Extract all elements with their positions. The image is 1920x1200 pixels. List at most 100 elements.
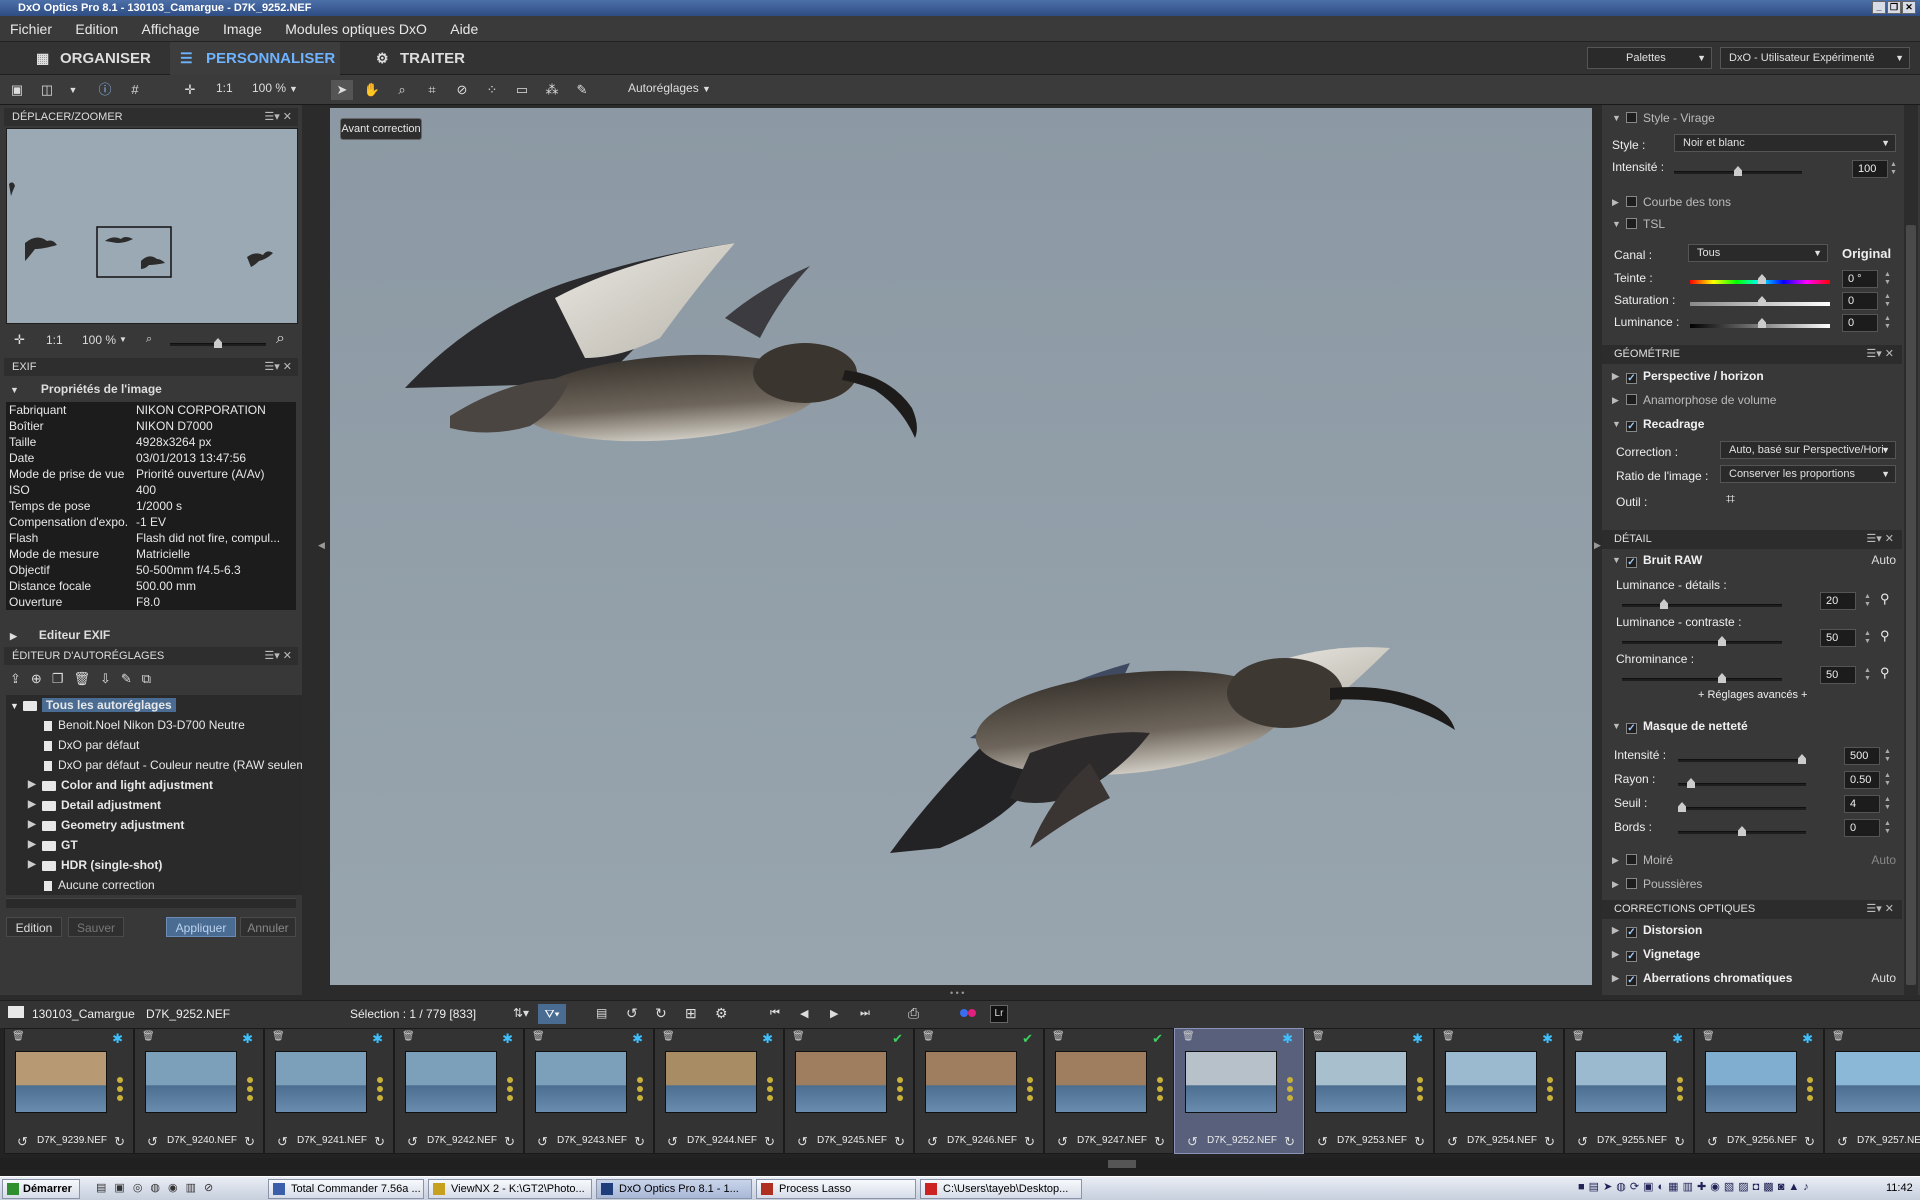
- trash-icon[interactable]: 🗑: [792, 1031, 805, 1042]
- zoom-chevron-icon[interactable]: ▼: [289, 84, 298, 94]
- start-button[interactable]: Démarrer: [2, 1179, 80, 1199]
- rename-preset-icon[interactable]: ✎: [121, 671, 142, 686]
- filmstrip-thumbnail[interactable]: 🗑 ✱ ↺ D7K_9243.NEF ↻: [524, 1028, 654, 1154]
- preset-edit-button[interactable]: Edition: [6, 917, 62, 937]
- preset-save-button[interactable]: Sauver: [68, 917, 124, 937]
- trash-icon[interactable]: 🗑: [1312, 1031, 1325, 1042]
- left-collapse-icon[interactable]: ◀: [318, 540, 325, 551]
- folder-icon[interactable]: ▤: [96, 1182, 114, 1194]
- minimize-button[interactable]: _: [1872, 1, 1886, 14]
- trash-icon[interactable]: 🗑: [142, 1031, 155, 1042]
- checkbox-checked[interactable]: ✓: [1626, 421, 1637, 432]
- close-button[interactable]: ✕: [1902, 1, 1916, 14]
- view-menu-chevron-icon[interactable]: ▼: [62, 80, 84, 100]
- spinner-icon[interactable]: ▲ ▼: [1884, 748, 1891, 764]
- luminance-value[interactable]: 0: [1842, 314, 1878, 332]
- checkbox-checked[interactable]: ✓: [1626, 723, 1637, 734]
- rotate-right-icon[interactable]: ↻: [894, 1134, 905, 1150]
- filmstrip-thumbnail[interactable]: 🗑 ✱ ↺ D7K_9242.NEF ↻: [394, 1028, 524, 1154]
- filmstrip-thumbnail[interactable]: 🗑 ✱ ↺ D7K_9241.NEF ↻: [264, 1028, 394, 1154]
- spinner-icon[interactable]: ▲ ▼: [1884, 293, 1891, 309]
- original-button[interactable]: Original: [1842, 246, 1891, 261]
- tree-root-folder[interactable]: ▼ Tous les autoréglages: [6, 695, 302, 715]
- rotate-right-icon[interactable]: ↻: [764, 1134, 775, 1150]
- export-preset-icon[interactable]: ⇩: [100, 671, 121, 686]
- rotate-right-icon[interactable]: ↻: [1024, 1134, 1035, 1150]
- spinner-icon[interactable]: ▲ ▼: [1884, 315, 1891, 331]
- trash-icon[interactable]: 🗑: [532, 1031, 545, 1042]
- reset-wand-icon[interactable]: ⚲: [1880, 665, 1890, 681]
- trash-icon[interactable]: 🗑: [1572, 1031, 1585, 1042]
- settings-icon[interactable]: ⚙: [715, 1005, 728, 1022]
- print-icon[interactable]: ⎙: [908, 1005, 919, 1022]
- expand-triangle-icon[interactable]: ▶: [28, 795, 36, 815]
- checkbox-checked[interactable]: ✓: [1626, 373, 1637, 384]
- sort-icon[interactable]: ⇅▾: [513, 1006, 529, 1020]
- checkbox[interactable]: [1626, 112, 1637, 123]
- expand-triangle-icon[interactable]: ▶: [28, 815, 36, 835]
- tray-icon[interactable]: ▲: [1788, 1181, 1803, 1193]
- tree-folder[interactable]: ▶ Detail adjustment: [6, 795, 302, 815]
- tray-icon[interactable]: ▨: [1738, 1181, 1752, 1193]
- spinner-icon[interactable]: ▲ ▼: [1884, 820, 1891, 836]
- red-eye-tool-icon[interactable]: ▭: [511, 80, 533, 100]
- lum-detail-value[interactable]: 20: [1820, 592, 1856, 610]
- rotate-right-icon[interactable]: ↻: [504, 1134, 515, 1150]
- image-viewer[interactable]: Avant correction: [330, 108, 1592, 985]
- volume-icon[interactable]: ♪: [1803, 1181, 1813, 1193]
- info-icon[interactable]: ▤: [596, 1006, 607, 1020]
- nav-zoom-chevron-icon[interactable]: ▼: [119, 335, 127, 344]
- task-process-lasso[interactable]: Process Lasso: [756, 1179, 916, 1199]
- tab-process[interactable]: ⚙ TRAITER: [364, 42, 494, 75]
- perspective-tool-icon[interactable]: ⁘: [481, 80, 503, 100]
- task-explorer[interactable]: C:\Users\tayeb\Desktop...: [920, 1179, 1082, 1199]
- reset-wand-icon[interactable]: ⚲: [1880, 628, 1890, 644]
- trash-icon[interactable]: 🗑: [1702, 1031, 1715, 1042]
- lum-contrast-value[interactable]: 50: [1820, 629, 1856, 647]
- last-icon[interactable]: ⏭: [860, 1007, 870, 1020]
- checkbox[interactable]: [1626, 394, 1637, 405]
- single-view-icon[interactable]: ▣: [6, 80, 28, 100]
- task-viewnx[interactable]: ViewNX 2 - K:\GT2\Photo...: [428, 1179, 592, 1199]
- right-panel-scrollbar[interactable]: [1904, 105, 1918, 995]
- horizon-tool-icon[interactable]: ⊘: [451, 80, 473, 100]
- tray-icon[interactable]: ▣: [1643, 1181, 1657, 1193]
- hue-slider[interactable]: [1690, 274, 1830, 284]
- checkbox-checked[interactable]: ✓: [1626, 927, 1637, 938]
- restore-button[interactable]: ❐: [1887, 1, 1901, 14]
- intensity-slider[interactable]: [1674, 166, 1802, 176]
- ratio-dropdown[interactable]: Conserver les proportions ▼: [1720, 465, 1896, 483]
- zoom-level[interactable]: 100 %: [252, 81, 286, 95]
- preset-apply-button[interactable]: Appliquer: [166, 917, 236, 937]
- browser-icon[interactable]: ◉: [168, 1182, 186, 1194]
- dust-section[interactable]: ▶ Poussières: [1612, 873, 1904, 895]
- current-folder[interactable]: 130103_Camargue: [32, 1007, 135, 1021]
- tree-preset[interactable]: DxO par défaut: [6, 735, 302, 755]
- checkbox[interactable]: [1626, 878, 1637, 889]
- filter-icon[interactable]: ⛛▾: [538, 1004, 566, 1024]
- filmstrip-thumbnail[interactable]: 🗑↺D7K_9257.NEF↻: [1824, 1028, 1920, 1154]
- nav-zoom-level[interactable]: 100 %: [82, 333, 116, 347]
- style-dropdown[interactable]: Noir et blanc ▼: [1674, 134, 1896, 152]
- save-icon[interactable]: ▣: [114, 1182, 132, 1194]
- right-collapse-icon[interactable]: ▶: [1594, 540, 1601, 551]
- preset-cancel-button[interactable]: Annuler: [240, 917, 296, 937]
- rotate-right-icon[interactable]: ↻: [1544, 1134, 1555, 1150]
- lum-detail-slider[interactable]: [1622, 599, 1782, 609]
- advanced-settings-link[interactable]: + Réglages avancés +: [1698, 689, 1807, 701]
- tray-icon[interactable]: ◐: [1658, 1181, 1669, 1193]
- filmstrip-scrollbar[interactable]: [0, 1158, 1920, 1170]
- threshold-slider[interactable]: [1678, 802, 1806, 812]
- trash-icon[interactable]: 🗑: [1832, 1031, 1845, 1042]
- tray-icon[interactable]: ⟳: [1630, 1181, 1643, 1193]
- next-icon[interactable]: ▶: [830, 1007, 838, 1020]
- chromatic-aberration-section[interactable]: ▶ ✓ Aberrations chromatiques Auto: [1612, 967, 1904, 989]
- navigator-preview[interactable]: [6, 128, 298, 324]
- rotate-right-icon[interactable]: ↻: [374, 1134, 385, 1150]
- hue-value[interactable]: 0 °: [1842, 270, 1878, 288]
- spinner-icon[interactable]: ▲ ▼: [1884, 271, 1891, 287]
- rotate-right-icon[interactable]: ↻: [1284, 1134, 1295, 1150]
- trash-icon[interactable]: 🗑: [1182, 1031, 1195, 1042]
- menu-edit[interactable]: Edition: [65, 16, 128, 42]
- filmstrip-thumbnail[interactable]: 🗑 ✱ ↺ D7K_9240.NEF ↻: [134, 1028, 264, 1154]
